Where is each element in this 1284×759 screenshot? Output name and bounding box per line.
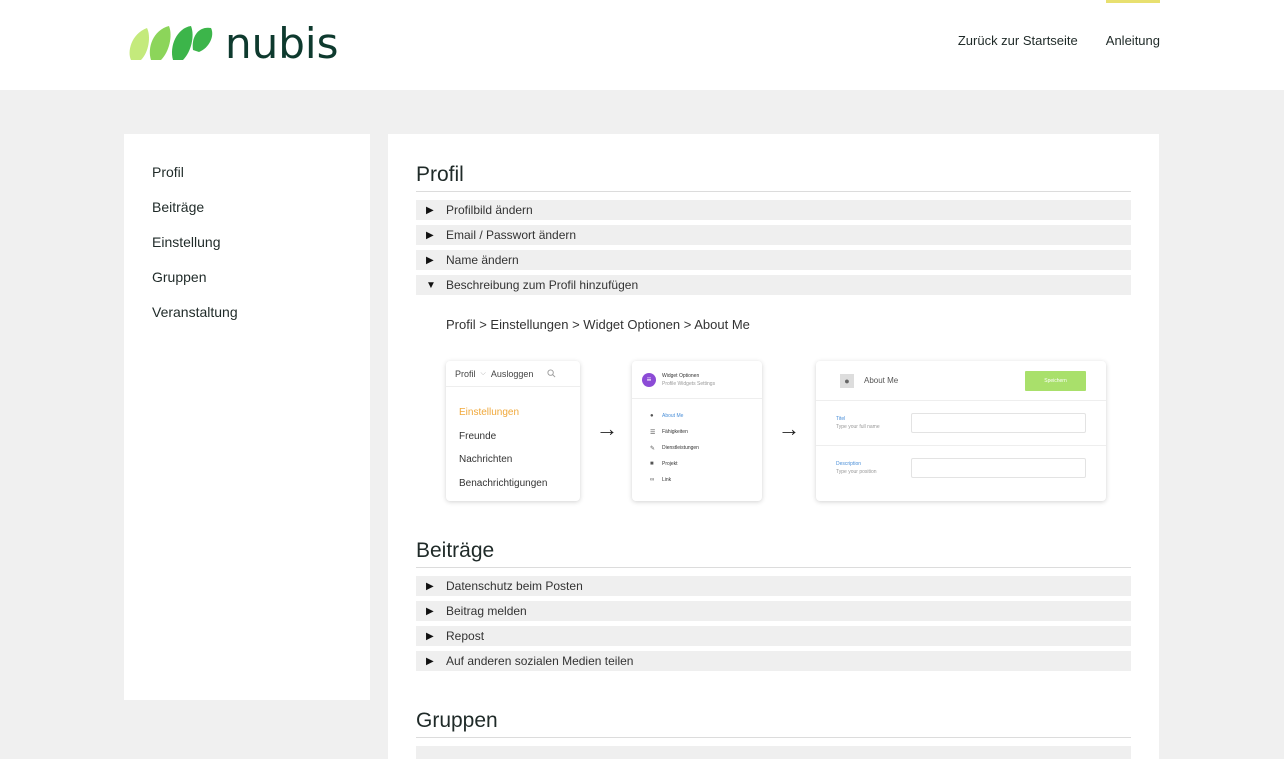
arrow-right-icon: → [778,416,800,441]
section-title-beitraege: Beiträge [416,537,1131,568]
caret-down-icon: ▼ [426,279,436,291]
search-icon [547,369,556,378]
description-input [911,458,1086,478]
field-hint: Type your position [836,469,877,475]
widget-header: ≡ Widget Optionen Profile Widgets Settin… [632,361,762,399]
widget-list: ● About Me ☰ Fähigkeiten ✎ Dienstleistungen… [632,399,762,488]
menu-item-notifications: Benachrichtigungen [459,477,548,489]
nubis-logo[interactable]: nubis [125,22,338,66]
widget-title-text: Widget Optionen [662,372,700,379]
accordion-item[interactable]: ▶ Name ändern [416,250,1131,270]
main-content: Profil ▶ Profilbild ändern ▶ Email / Pas… [388,134,1159,759]
caret-right-icon: ▶ [426,655,434,667]
site-header: nubis Zurück zur Startseite Anleitung [0,0,1284,90]
field-label: Description [836,461,862,467]
screenshot-widget-options: ≡ Widget Optionen Profile Widgets Settin… [632,361,762,501]
logout-label: Ausloggen [490,368,534,379]
accordion-label: Profilbild ändern [446,203,533,217]
menu-item-messages: Nachrichten [459,454,513,465]
widget-item-project: ■ Projekt [650,461,678,467]
nav-guide-link[interactable]: Anleitung [1105,0,1161,48]
leaf-logo-icon [125,22,217,66]
link-icon: ∞ [650,477,655,483]
widget-icon: ≡ [642,372,656,387]
sidebar: Profil Beiträge Einstellung Gruppen Vera… [124,134,370,700]
caret-right-icon: ▶ [426,204,434,216]
accordion-item[interactable]: ▶ Profilbild ändern [416,200,1131,220]
caret-right-icon: ▶ [426,580,434,592]
accordion-label: Email / Passwort ändern [446,228,577,242]
screenshot-profile-menu: Profil ⌵ Ausloggen Einstellungen Freunde… [446,361,580,501]
arrow-right-icon: → [596,416,618,441]
menu-item-settings: Einstellungen [459,407,520,418]
accordion-item[interactable]: ▶ Email / Passwort ändern [416,225,1131,245]
sidebar-item-veranstaltung[interactable]: Veranstaltung [124,302,370,337]
section-beitraege: Beiträge ▶ Datenschutz beim Posten ▶ Bei… [416,537,1131,676]
widget-item-about-me: ● About Me [650,413,684,419]
form-row-title: Titel Type your full name [816,401,1106,446]
wrench-icon: ✎ [650,445,656,452]
caret-right-icon: ▶ [426,229,434,241]
sidebar-item-einstellung[interactable]: Einstellung [124,232,370,267]
caret-right-icon: ▶ [426,254,434,266]
menu-header: Profil ⌵ Ausloggen [446,361,580,387]
list-icon: ☰ [650,429,656,436]
logo-text: nubis [225,19,339,68]
widget-title: Widget Optionen Profile Widgets Settings [662,372,715,388]
accordion-item[interactable]: ▶ Datenschutz beim Posten [416,576,1131,596]
field-hint: Type your full name [836,424,880,430]
section-title-gruppen: Gruppen [416,707,1131,738]
caret-right-icon: ▶ [426,630,434,642]
nav-back-home-link[interactable]: Zurück zur Startseite [958,33,1078,48]
profile-label: Profil [455,368,476,379]
section-profil: Profil ▶ Profilbild ändern ▶ Email / Pas… [416,161,1131,332]
sidebar-item-profil[interactable]: Profil [124,162,370,197]
accordion-item[interactable]: ▶ Auf anderen sozialen Medien teilen [416,651,1131,671]
accordion-label: Beschreibung zum Profil hinzufügen [446,278,639,292]
chevron-down-icon: ⌵ [480,369,486,377]
accordion-label: Beitrag melden [446,604,527,618]
sidebar-item-beitraege[interactable]: Beiträge [124,197,370,232]
top-navigation: Zurück zur Startseite Anleitung [930,0,1161,90]
user-icon: ● [650,413,654,419]
profile-dropdown: Einstellungen Freunde Nachrichten Benach… [446,401,580,495]
sidebar-item-gruppen[interactable]: Gruppen [124,267,370,302]
accordion-item[interactable]: ▶ Repost [416,626,1131,646]
accordion-label: Repost [446,629,485,643]
widget-item-services: ✎ Dienstleistungen [650,445,699,452]
widget-item-skills: ☰ Fähigkeiten [650,429,688,436]
menu-item-friends: Freunde [459,430,497,442]
about-me-header: ● About Me Speichern [816,361,1106,401]
field-label: Titel [836,416,846,422]
accordion-item-expanded[interactable]: ▼ Beschreibung zum Profil hinzufügen [416,275,1131,295]
briefcase-icon: ■ [650,461,654,467]
save-button: Speichern [1025,371,1086,391]
accordion-label: Auf anderen sozialen Medien teilen [446,654,634,668]
section-title-profil: Profil [416,161,1131,192]
caret-right-icon: ▶ [426,605,434,617]
section-gruppen: Gruppen [416,707,1131,759]
widget-item-link: ∞ Link [650,477,672,483]
about-me-label: About Me [864,376,899,385]
title-input [911,413,1086,433]
accordion-label: Datenschutz beim Posten [446,579,583,593]
accordion-item[interactable]: ▶ Beitrag melden [416,601,1131,621]
screenshot-about-me-form: ● About Me Speichern Titel Type your ful… [816,361,1106,501]
avatar-icon: ● [840,373,854,388]
accordion-item[interactable] [416,746,1131,759]
navigation-path: Profil > Einstellungen > Widget Optionen… [446,317,750,332]
form-row-description: Description Type your position [816,446,1106,491]
widget-subtitle: Profile Widgets Settings [662,380,716,387]
accordion-label: Name ändern [446,253,519,267]
